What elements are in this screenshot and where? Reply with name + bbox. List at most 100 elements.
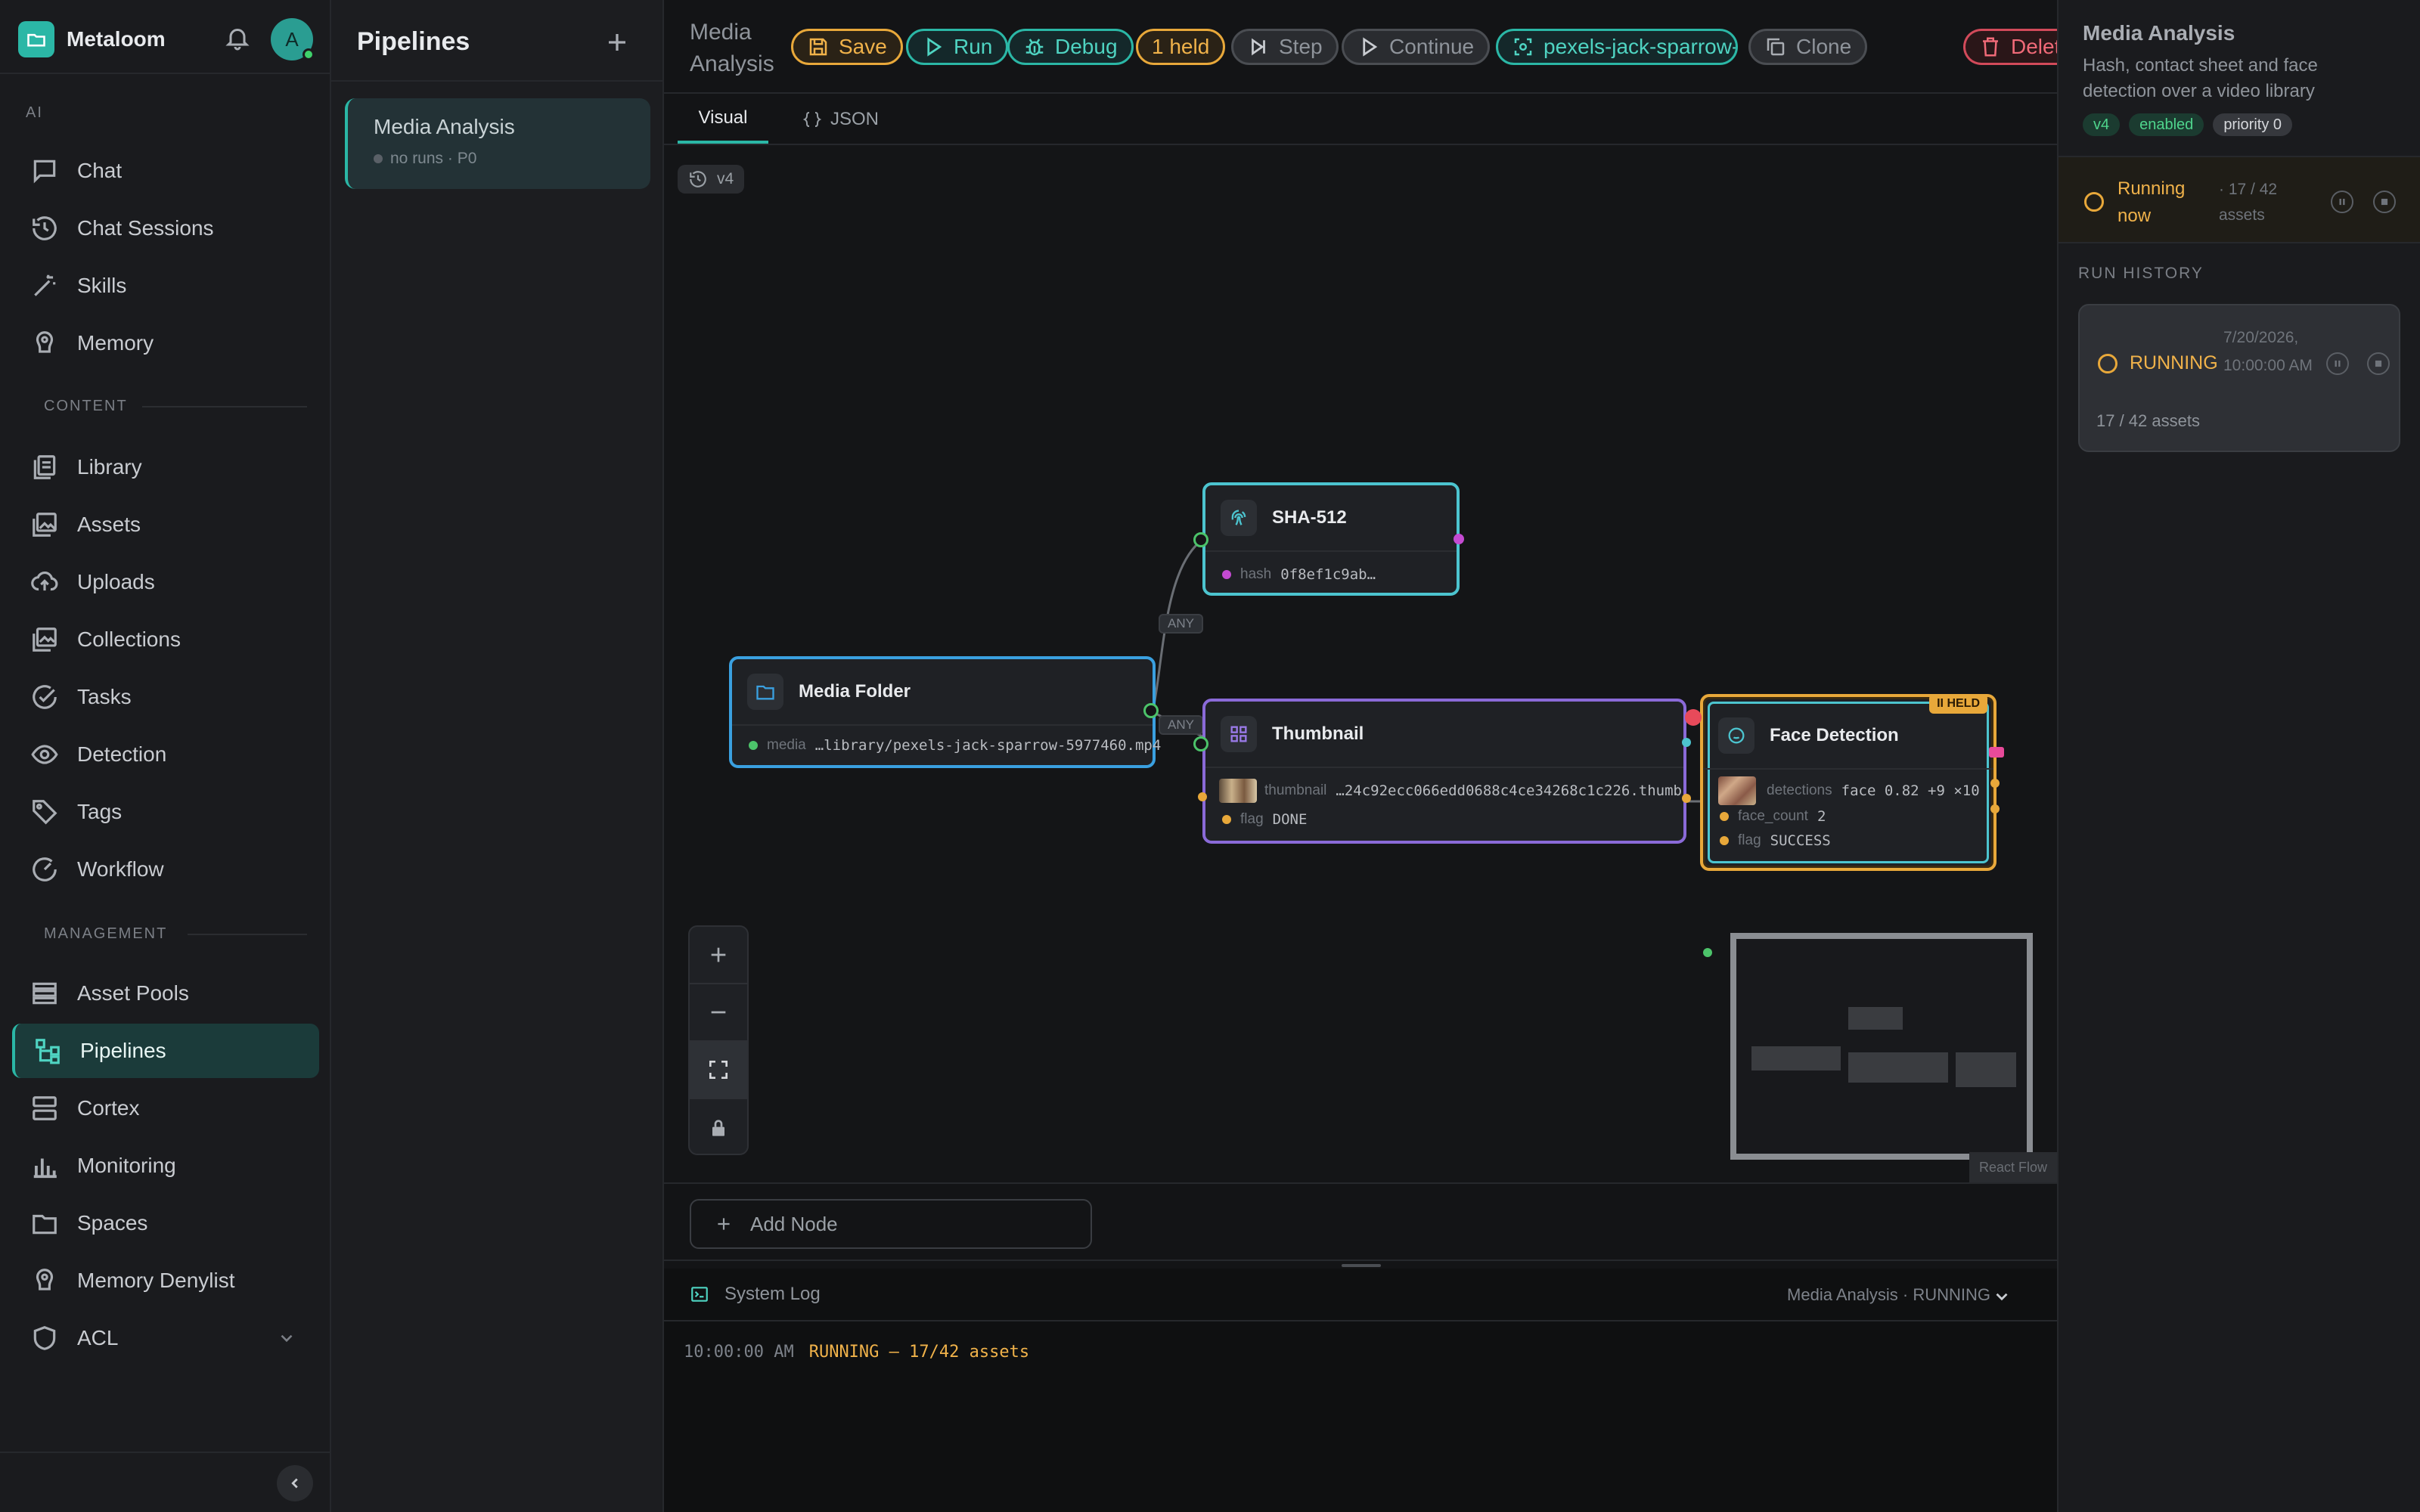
output-port[interactable] <box>1990 779 2000 788</box>
section-label-content: CONTENT <box>44 398 307 415</box>
pipeline-icon <box>36 1039 60 1064</box>
sidebar-item-assets[interactable]: Assets <box>12 497 319 552</box>
pause-icon <box>2339 198 2345 206</box>
node-thumbnail[interactable]: Thumbnail thumbnail …24c92ecc066edd0688c… <box>1202 699 1686 844</box>
node-media-folder[interactable]: Media Folder media …library/pexels-jack-… <box>729 656 1161 768</box>
breakpoint-indicator[interactable] <box>1685 709 1702 726</box>
section-label-management: MANAGEMENT <box>44 925 307 943</box>
sidebar-item-monitoring[interactable]: Monitoring <box>12 1139 319 1193</box>
save-button[interactable]: Save <box>791 29 903 65</box>
collections-icon <box>33 627 57 652</box>
sidebar-item-memory-denylist[interactable]: Memory Denylist <box>12 1253 319 1308</box>
node-sha-512[interactable]: SHA-512 hash 0f8ef1c9ab… <box>1202 482 1460 596</box>
chevron-down-icon[interactable] <box>277 1328 296 1348</box>
delete-button[interactable]: Delete <box>1963 29 2057 65</box>
sidebar-item-tasks[interactable]: Tasks <box>12 670 319 724</box>
sidebar-item-chat-sessions[interactable]: Chat Sessions <box>12 201 319 256</box>
sidebar-item-memory[interactable]: Memory <box>12 316 319 370</box>
node-output-row: face_count 2 <box>1720 806 1826 827</box>
system-log-header[interactable]: System Log Media Analysis · RUNNING <box>664 1269 2057 1321</box>
zoom-out-button[interactable] <box>690 984 747 1042</box>
pause-icon <box>2335 360 2341 367</box>
sidebar-item-uploads[interactable]: Uploads <box>12 555 319 609</box>
input-port[interactable] <box>1703 948 1712 957</box>
selected-asset-chip[interactable]: pexels-jack-sparrow-59… <box>1496 29 1738 65</box>
chevron-down-icon[interactable] <box>1992 1287 2012 1306</box>
flow-canvas[interactable]: v4 ANY ANY Media Folder media …library/p… <box>664 145 2057 1182</box>
divider <box>331 80 662 82</box>
output-port[interactable] <box>1990 804 2000 813</box>
brain-off-icon <box>36 1269 54 1290</box>
run-panel-title: Media Analysis <box>2083 21 2235 45</box>
minimap-node <box>1848 1007 1903 1030</box>
node-face-detection[interactable]: Face Detection II HELD detections face 0… <box>1700 694 1996 871</box>
chevron-left-icon <box>291 1478 298 1489</box>
brand[interactable]: Metaloom <box>18 20 166 59</box>
minus-icon <box>711 1011 726 1014</box>
output-port[interactable] <box>1989 747 2004 758</box>
node-title: Media Folder <box>799 681 911 702</box>
debug-button[interactable]: Debug <box>1007 29 1134 65</box>
resize-handle[interactable] <box>1342 1264 1381 1267</box>
output-port[interactable] <box>1682 738 1691 747</box>
sidebar-item-library[interactable]: Library <box>12 440 319 494</box>
held-button[interactable]: 1 held <box>1136 29 1226 65</box>
output-port[interactable] <box>1454 534 1464 544</box>
fit-view-button[interactable] <box>690 1042 747 1099</box>
image-icon <box>33 513 57 537</box>
minimap[interactable] <box>1730 933 2033 1160</box>
grid-icon <box>1221 716 1257 752</box>
edge-label[interactable]: ANY <box>1159 614 1203 634</box>
play-icon <box>1363 37 1378 57</box>
run-history-item[interactable]: RUNNING 7/20/2026, 10:00:00 AM 17 / 42 a… <box>2078 304 2400 452</box>
tab-visual[interactable]: Visual <box>678 95 768 144</box>
output-port[interactable] <box>1143 703 1159 718</box>
version-badge: v4 <box>2083 113 2121 136</box>
clone-button[interactable]: Clone <box>1748 29 1868 65</box>
pipeline-card-name: Media Analysis <box>374 115 515 138</box>
sidebar-item-detection[interactable]: Detection <box>12 727 319 782</box>
sidebar-item-workflow[interactable]: Workflow <box>12 842 319 897</box>
output-port[interactable] <box>1682 794 1691 803</box>
tab-json[interactable]: JSON <box>803 95 879 144</box>
continue-button[interactable]: Continue <box>1342 29 1491 65</box>
input-port[interactable] <box>1193 532 1208 547</box>
sidebar-item-asset-pools[interactable]: Asset Pools <box>12 966 319 1021</box>
running-now[interactable]: Running now · 17 / 42 assets <box>2059 156 2420 243</box>
bell-icon[interactable] <box>224 24 251 51</box>
add-node-button[interactable]: Add Node <box>690 1199 1092 1249</box>
step-button[interactable]: Step <box>1231 29 1339 65</box>
input-port[interactable] <box>1193 736 1208 751</box>
step-forward-icon <box>1252 38 1265 56</box>
stop-button[interactable] <box>2373 191 2396 213</box>
brand-logo-icon <box>18 21 54 57</box>
lock-button[interactable] <box>690 1099 747 1154</box>
zoom-in-button[interactable] <box>690 927 747 984</box>
sidebar-item-cortex[interactable]: Cortex <box>12 1081 319 1136</box>
pipeline-card[interactable]: Media Analysis no runs · P0 <box>345 98 650 189</box>
sidebar-item-acl[interactable]: ACL <box>12 1311 319 1365</box>
port-dot <box>1222 815 1231 824</box>
sidebar-item-spaces[interactable]: Spaces <box>12 1196 319 1250</box>
edge-label[interactable]: ANY <box>1159 715 1203 735</box>
pause-button[interactable] <box>2326 352 2349 375</box>
sidebar-item-skills[interactable]: Skills <box>12 259 319 313</box>
sidebar-item-chat[interactable]: Chat <box>12 144 319 198</box>
pipeline-description: Hash, contact sheet and face detection o… <box>2083 55 2318 101</box>
minimap-node <box>1956 1052 2016 1087</box>
run-button[interactable]: Run <box>906 29 1009 65</box>
pipeline-card-meta: no runs · P0 <box>374 150 650 168</box>
minimap-node <box>1848 1052 1948 1083</box>
sidebar-item-tags[interactable]: Tags <box>12 785 319 839</box>
pipeline-badges: v4 enabled priority 0 <box>2083 113 2301 136</box>
add-pipeline-button[interactable] <box>600 26 634 59</box>
sidebar-item-collections[interactable]: Collections <box>12 612 319 667</box>
collapse-sidebar-button[interactable] <box>277 1465 313 1501</box>
run-panel: Media Analysis Hash, contact sheet and f… <box>2057 0 2420 1512</box>
minimap-attribution[interactable]: React Flow <box>1969 1152 2057 1182</box>
input-port[interactable] <box>1198 792 1207 801</box>
pause-button[interactable] <box>2331 191 2353 213</box>
stop-button[interactable] <box>2367 352 2390 375</box>
divider <box>0 1452 330 1453</box>
sidebar-item-pipelines[interactable]: Pipelines <box>12 1024 319 1078</box>
